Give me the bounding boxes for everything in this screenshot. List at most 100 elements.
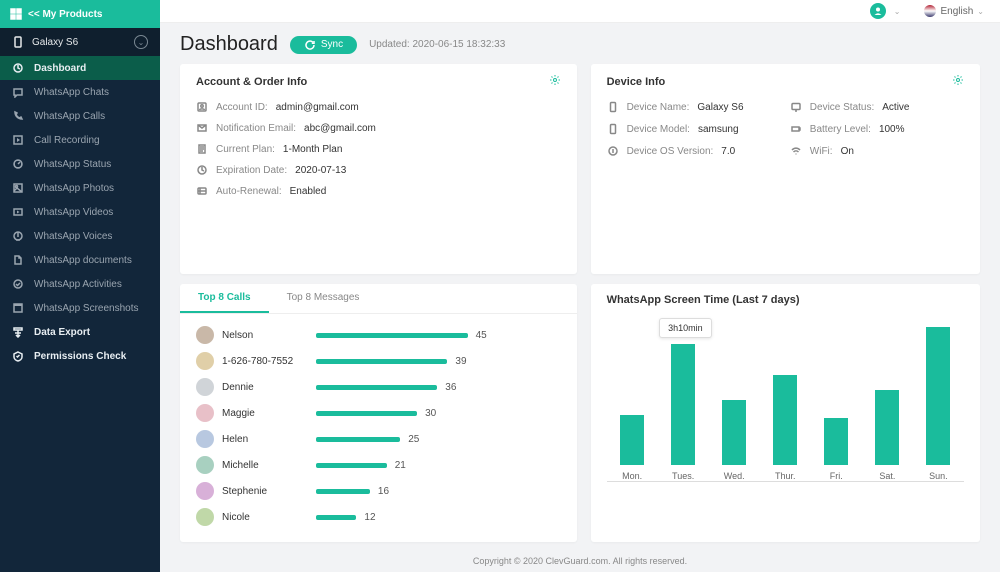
chart-bar[interactable]: Tues. <box>668 344 698 481</box>
avatar <box>196 352 214 370</box>
chart-bar[interactable]: Fri. <box>821 418 851 481</box>
sidebar-item-whatsapp-voices[interactable]: WhatsApp Voices <box>0 224 160 248</box>
screen-time-card: WhatsApp Screen Time (Last 7 days) 3h10m… <box>591 284 980 542</box>
chart-bar[interactable]: Thur. <box>770 375 800 481</box>
device-name: Galaxy S6 <box>32 37 78 48</box>
info-icon <box>790 101 802 113</box>
info-icon <box>607 101 619 113</box>
menu-icon <box>12 62 24 74</box>
sync-button[interactable]: Sync <box>290 36 357 54</box>
sidebar-item-label: WhatsApp Screenshots <box>34 303 139 314</box>
chevron-down-icon: ⌄ <box>134 35 148 49</box>
call-bar <box>316 385 437 390</box>
device-row: WiFi: On <box>790 145 964 157</box>
avatar <box>196 508 214 526</box>
account-row: Account ID: admin@gmail.com <box>196 101 561 113</box>
sidebar-item-dashboard[interactable]: Dashboard <box>0 56 160 80</box>
call-value: 45 <box>476 330 487 341</box>
call-row: Helen 25 <box>196 426 561 452</box>
sidebar-item-whatsapp-calls[interactable]: WhatsApp Calls <box>0 104 160 128</box>
avatar <box>196 326 214 344</box>
sidebar-item-whatsapp-photos[interactable]: WhatsApp Photos <box>0 176 160 200</box>
info-icon <box>196 185 208 197</box>
call-name: Helen <box>222 434 308 445</box>
info-icon <box>196 143 208 155</box>
account-card: Account & Order Info Account ID: admin@g… <box>180 64 577 274</box>
user-avatar[interactable] <box>870 3 886 19</box>
sidebar-item-label: WhatsApp Calls <box>34 111 105 122</box>
chart-bar[interactable]: Wed. <box>719 400 749 481</box>
my-products-link[interactable]: << My Products <box>0 0 160 28</box>
page-title: Dashboard <box>180 33 278 56</box>
call-value: 39 <box>455 356 466 367</box>
sidebar-item-whatsapp-chats[interactable]: WhatsApp Chats <box>0 80 160 104</box>
sync-label: Sync <box>321 39 343 50</box>
tab-top-calls[interactable]: Top 8 Calls <box>180 284 269 313</box>
call-name: Nelson <box>222 330 308 341</box>
sidebar-item-label: WhatsApp Chats <box>34 87 109 98</box>
screen-time-title: WhatsApp Screen Time (Last 7 days) <box>607 294 800 306</box>
menu-icon <box>12 230 24 242</box>
bar-label: Mon. <box>622 471 642 481</box>
device-selector[interactable]: Galaxy S6 ⌄ <box>0 28 160 56</box>
call-value: 36 <box>445 382 456 393</box>
chart-bar[interactable]: Sun. <box>923 327 953 481</box>
info-icon <box>607 123 619 135</box>
sidebar-item-permissions-check[interactable]: Permissions Check <box>0 344 160 368</box>
menu-icon <box>12 110 24 122</box>
account-card-title: Account & Order Info <box>196 76 307 88</box>
call-bar <box>316 333 468 338</box>
chart-bar[interactable]: Sat. <box>872 390 902 481</box>
bar-label: Tues. <box>672 471 694 481</box>
call-row: Nicole 12 <box>196 504 561 530</box>
menu-icon <box>12 254 24 266</box>
sidebar-item-whatsapp-screenshots[interactable]: WhatsApp Screenshots <box>0 296 160 320</box>
sidebar-item-call-recording[interactable]: Call Recording <box>0 128 160 152</box>
tab-top-messages[interactable]: Top 8 Messages <box>269 284 378 313</box>
call-bar <box>316 515 356 520</box>
call-value: 25 <box>408 434 419 445</box>
sidebar-item-whatsapp-documents[interactable]: WhatsApp documents <box>0 248 160 272</box>
avatar <box>196 378 214 396</box>
call-value: 16 <box>378 486 389 497</box>
call-bar <box>316 489 370 494</box>
info-icon <box>790 123 802 135</box>
avatar <box>196 456 214 474</box>
sidebar-item-whatsapp-videos[interactable]: WhatsApp Videos <box>0 200 160 224</box>
sidebar-item-whatsapp-activities[interactable]: WhatsApp Activities <box>0 272 160 296</box>
avatar <box>196 430 214 448</box>
sidebar-item-whatsapp-status[interactable]: WhatsApp Status <box>0 152 160 176</box>
sidebar-item-label: WhatsApp Videos <box>34 207 113 218</box>
my-products-label: << My Products <box>28 9 102 20</box>
avatar <box>196 404 214 422</box>
phone-icon <box>12 36 24 48</box>
sidebar-item-label: Dashboard <box>34 63 86 74</box>
chart-bar[interactable]: Mon. <box>617 415 647 481</box>
menu-icon <box>12 350 24 362</box>
sidebar-item-label: WhatsApp documents <box>34 255 132 266</box>
gear-icon[interactable] <box>549 74 561 89</box>
menu-icon <box>12 326 24 338</box>
sidebar-item-data-export[interactable]: Data Export <box>0 320 160 344</box>
sidebar-item-label: WhatsApp Photos <box>34 183 114 194</box>
gear-icon[interactable] <box>952 74 964 89</box>
menu-icon <box>12 278 24 290</box>
call-row: Nelson 45 <box>196 322 561 348</box>
lang-caret-icon: ⌄ <box>977 7 984 16</box>
language-selector[interactable]: English ⌄ <box>924 5 984 17</box>
flag-icon <box>924 5 936 17</box>
grid-icon <box>10 8 22 20</box>
bar-label: Sun. <box>929 471 948 481</box>
account-row: Current Plan: 1-Month Plan <box>196 143 561 155</box>
call-bar <box>316 437 400 442</box>
call-bar <box>316 463 387 468</box>
user-caret-icon: ⌄ <box>894 7 901 16</box>
device-card: Device Info Device Name: Galaxy S6Device… <box>591 64 980 274</box>
info-icon <box>196 164 208 176</box>
sidebar-item-label: Data Export <box>34 327 90 338</box>
sidebar-item-label: WhatsApp Activities <box>34 279 122 290</box>
device-row: Device OS Version: 7.0 <box>607 145 781 157</box>
bar-label: Thur. <box>775 471 796 481</box>
account-row: Expiration Date: 2020-07-13 <box>196 164 561 176</box>
account-row: Auto-Renewal: Enabled <box>196 185 561 197</box>
